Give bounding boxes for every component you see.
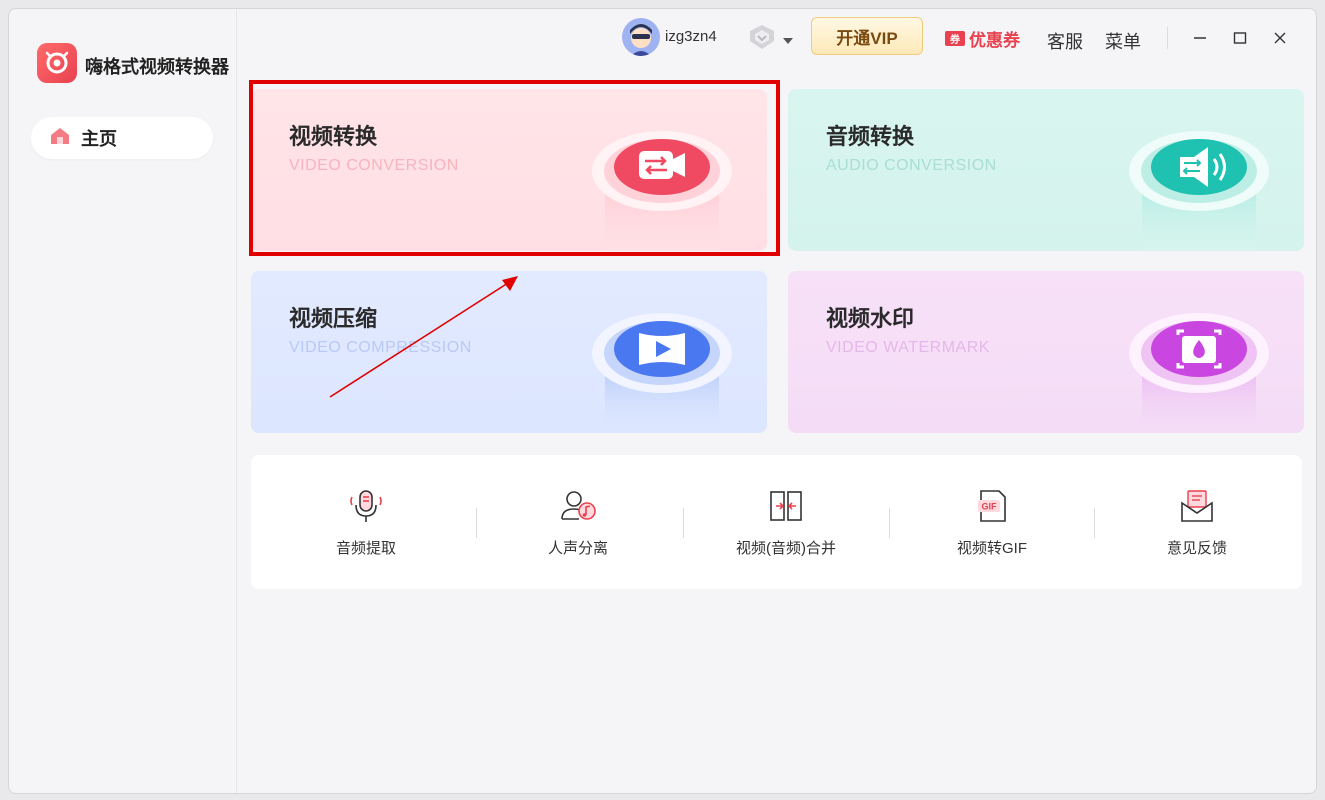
sidebar-item-label: 主页 [81, 129, 117, 149]
svg-text:GIF: GIF [982, 502, 998, 512]
tool-label: 视频(音频)合并 [736, 540, 836, 557]
card-title: 视频转换 [289, 124, 378, 149]
card-subtitle: AUDIO CONVERSION [826, 157, 997, 174]
video-conversion-card[interactable]: 视频转换 VIDEO CONVERSION [251, 89, 767, 251]
video-compression-card[interactable]: 视频压缩 VIDEO COMPRESSION [251, 271, 767, 433]
card-title: 视频压缩 [289, 306, 378, 331]
merge-icon [767, 487, 805, 525]
coupon-label: 优惠券 [969, 31, 1020, 50]
customer-service-link[interactable]: 客服 [1047, 28, 1083, 54]
video-compress-icon [587, 303, 737, 433]
tool-label: 意见反馈 [1166, 540, 1227, 557]
card-subtitle: VIDEO COMPRESSION [289, 339, 472, 356]
tool-label: 人声分离 [547, 540, 608, 557]
coupon-icon: 券 [945, 31, 965, 46]
audio-conversion-card[interactable]: 音频转换 AUDIO CONVERSION [788, 89, 1304, 251]
sidebar: 嗨格式视频转换器 主页 [9, 9, 237, 793]
audio-convert-icon [1124, 121, 1274, 251]
divider [1167, 27, 1168, 49]
tool-voice-separation[interactable]: 人声分离 [473, 455, 683, 589]
username[interactable]: izg3zn4 [665, 28, 717, 45]
app-logo [37, 43, 77, 83]
card-subtitle: VIDEO WATERMARK [826, 339, 990, 356]
video-convert-icon [587, 121, 737, 251]
video-watermark-card[interactable]: 视频水印 VIDEO WATERMARK [788, 271, 1304, 433]
tool-feedback[interactable]: 意见反馈 [1092, 455, 1302, 589]
feedback-icon [1178, 487, 1216, 525]
video-watermark-icon [1124, 303, 1274, 433]
home-icon [49, 126, 71, 151]
minimize-button[interactable] [1187, 25, 1213, 51]
card-subtitle: VIDEO CONVERSION [289, 157, 459, 174]
tool-audio-extract[interactable]: 音频提取 [261, 455, 471, 589]
sidebar-item-home[interactable]: 主页 [31, 117, 213, 159]
top-bar: izg3zn4 开通VIP 券 优惠券 客服 菜单 [237, 9, 1316, 73]
tool-merge[interactable]: 视频(音频)合并 [681, 455, 891, 589]
chevron-down-icon [783, 31, 793, 49]
voice-separate-icon [559, 487, 597, 525]
card-title: 音频转换 [826, 124, 915, 149]
avatar[interactable] [622, 18, 660, 56]
open-vip-button[interactable]: 开通VIP [811, 17, 923, 55]
tools-panel: 音频提取 人声分离 视频(音频)合并 GIF 视频转GIF 意见反馈 [251, 455, 1302, 589]
app-window: 嗨格式视频转换器 主页 izg3zn4 开通VIP 券 优惠券 客服 菜单 视频… [8, 8, 1317, 794]
tool-label: 音频提取 [335, 540, 396, 557]
microphone-icon [347, 487, 385, 525]
menu-link[interactable]: 菜单 [1105, 28, 1141, 54]
maximize-button[interactable] [1227, 25, 1253, 51]
coupon-button[interactable]: 券 优惠券 [945, 26, 1020, 51]
membership-dropdown[interactable] [747, 23, 793, 56]
tool-label: 视频转GIF [957, 540, 1027, 557]
tool-video-to-gif[interactable]: GIF 视频转GIF [887, 455, 1097, 589]
gif-icon: GIF [973, 487, 1011, 525]
member-badge-icon [747, 23, 777, 56]
close-button[interactable] [1267, 25, 1293, 51]
card-title: 视频水印 [826, 306, 915, 331]
app-title: 嗨格式视频转换器 [85, 57, 229, 77]
